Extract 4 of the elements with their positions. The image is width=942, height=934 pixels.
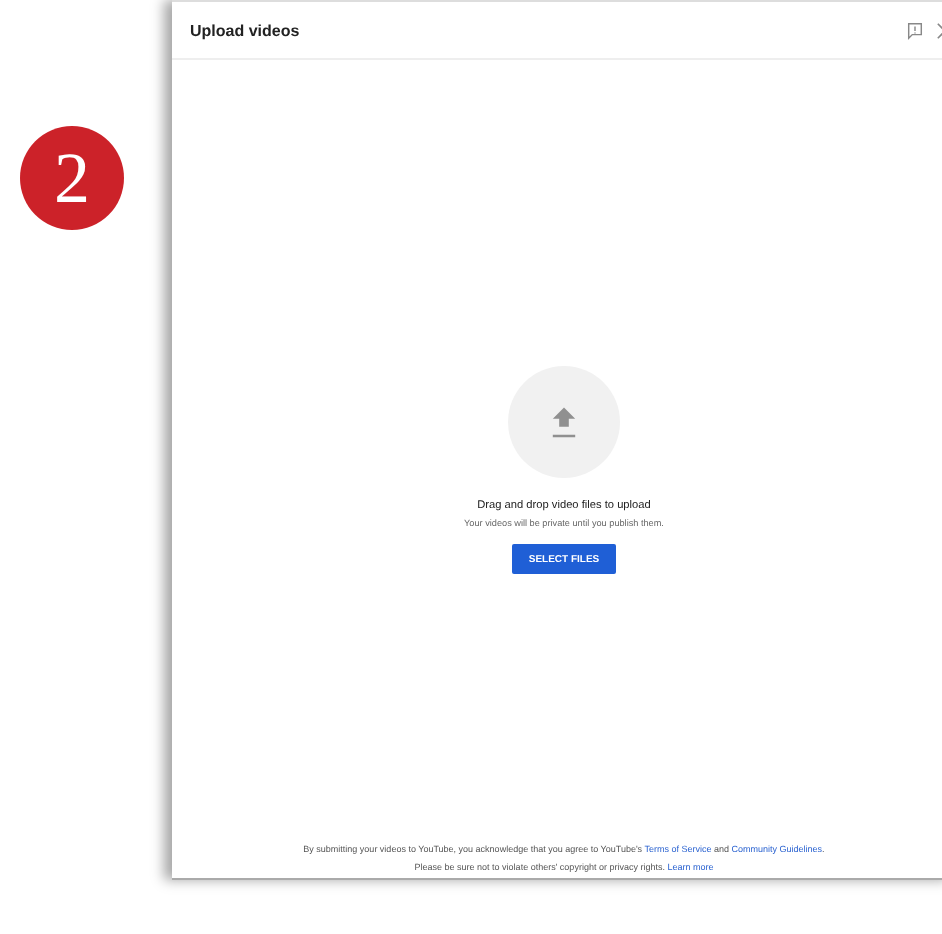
step-number-badge: 2 (20, 126, 124, 230)
upload-arrow-icon (548, 404, 580, 440)
feedback-icon[interactable] (906, 21, 924, 39)
dialog-title: Upload videos (190, 21, 302, 39)
